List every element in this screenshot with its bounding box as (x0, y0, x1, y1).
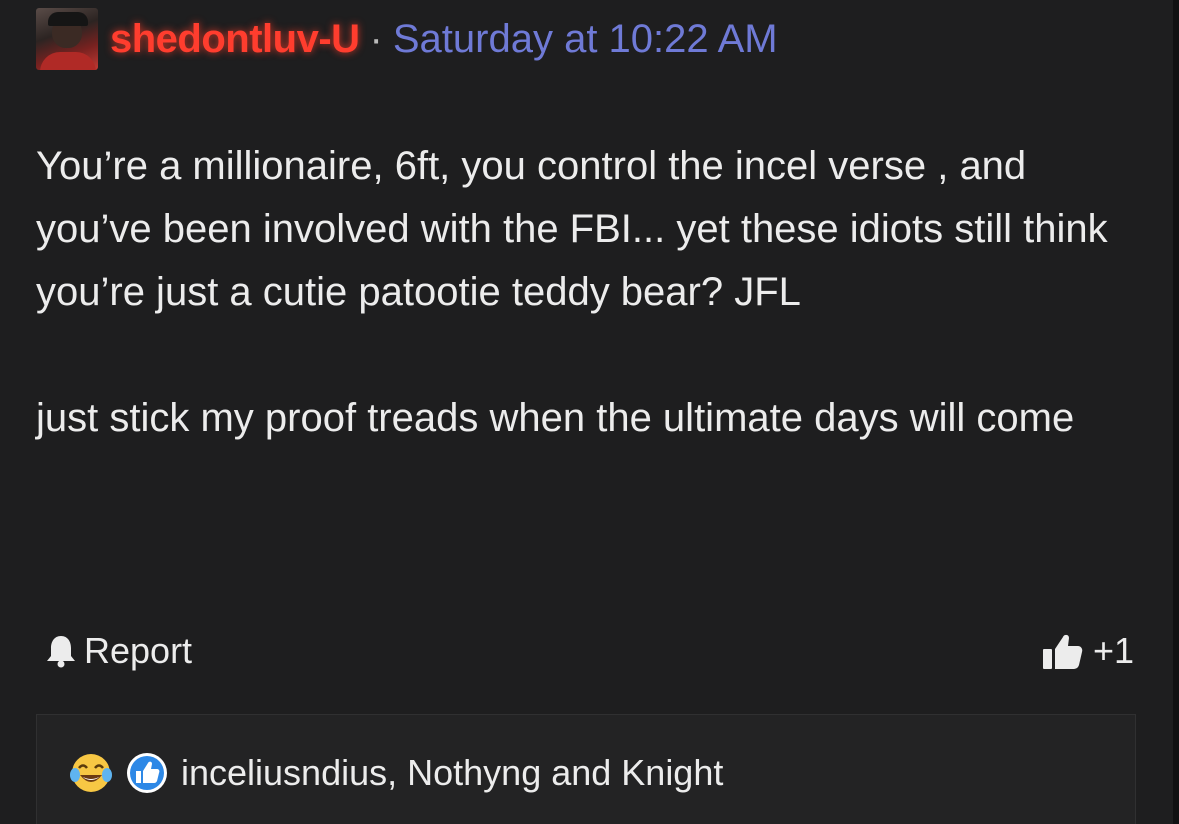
like-badge-icon (127, 753, 167, 793)
vote-count: +1 (1092, 630, 1134, 671)
bell-icon (47, 636, 75, 668)
post-container: shedontluv-U · Saturday at 10:22 AM You’… (0, 0, 1179, 824)
report-button[interactable]: Report (44, 630, 192, 672)
scrollbar-track (1173, 0, 1179, 824)
post-paragraph: You’re a millionaire, 6ft, you control t… (36, 144, 1108, 314)
vote-button[interactable]: +1 (1041, 629, 1134, 673)
post-body: You’re a millionaire, 6ft, you control t… (36, 135, 1146, 450)
avatar-cap (48, 12, 88, 26)
thumbs-up-icon (1042, 634, 1083, 669)
post-paragraph: just stick my proof treads when the ulti… (36, 396, 1075, 440)
reactions-bar[interactable]: inceliusndius, Nothyng and Knight (36, 714, 1136, 824)
crying-laughing-emoji (70, 754, 112, 792)
header-separator: · (369, 16, 383, 61)
reactions-row: inceliusndius, Nothyng and Knight (69, 751, 723, 795)
post-actions: Report +1 (44, 626, 1134, 676)
post-timestamp-link[interactable]: Saturday at 10:22 AM (393, 17, 778, 62)
reactors-list[interactable]: inceliusndius, Nothyng and Knight (181, 752, 723, 794)
avatar[interactable] (36, 8, 98, 70)
username-link[interactable]: shedontluv-U (110, 17, 360, 62)
post-header: shedontluv-U · Saturday at 10:22 AM (36, 6, 778, 72)
report-label: Report (84, 630, 193, 671)
avatar-shirt (40, 52, 96, 70)
